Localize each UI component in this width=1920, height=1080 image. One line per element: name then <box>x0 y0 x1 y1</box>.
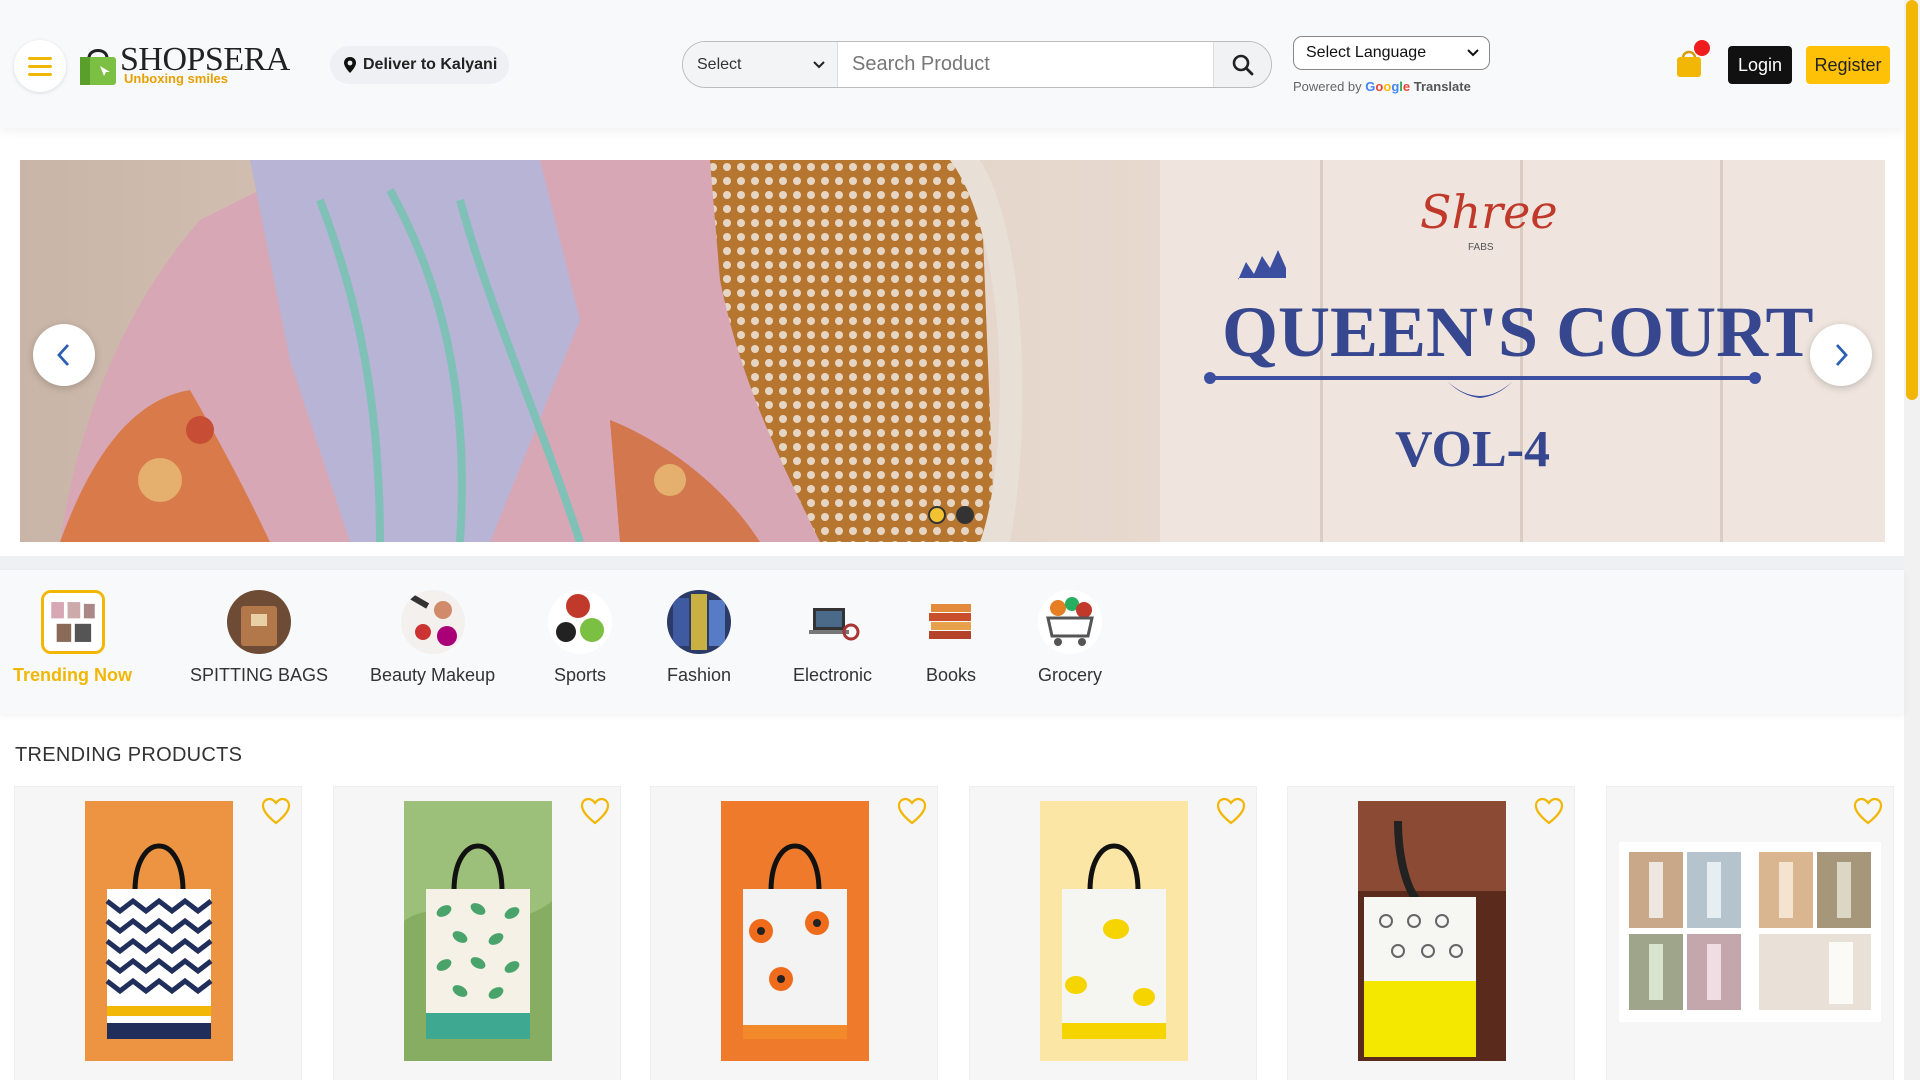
language-select[interactable]: Select Language <box>1293 36 1490 70</box>
deliver-label: Deliver to Kalyani <box>363 56 498 73</box>
books-icon <box>919 590 983 654</box>
heart-icon[interactable] <box>897 797 927 825</box>
heart-icon[interactable] <box>1853 797 1883 825</box>
heart-icon[interactable] <box>1534 797 1564 825</box>
category-trending-now[interactable]: Trending Now <box>13 590 132 686</box>
banner-prev-button[interactable] <box>33 324 95 386</box>
heart-icon[interactable] <box>261 797 291 825</box>
banner-dot[interactable] <box>956 506 974 524</box>
product-card[interactable] <box>333 786 621 1080</box>
translate-label: Translate <box>1413 79 1471 94</box>
chevron-down-icon <box>1467 49 1479 57</box>
banner-subtitle: VOL-4 <box>1395 421 1550 478</box>
language-select-value: Select Language <box>1306 44 1427 61</box>
product-image <box>721 801 869 1061</box>
category-beauty-makeup[interactable]: Beauty Makeup <box>370 590 495 686</box>
category-label: Beauty Makeup <box>370 665 496 685</box>
category-label: SPITTING BAGS <box>190 665 329 685</box>
banner-image: Shree FABS QUEEN'S COURT VOL-4 <box>20 160 1885 542</box>
section-title: TRENDING PRODUCTS <box>15 744 243 766</box>
banner-title: QUEEN'S COURT <box>1222 292 1814 372</box>
logo[interactable]: SHOPSERA Unboxing smiles <box>78 38 290 90</box>
banner-brand: Shree <box>1420 185 1558 239</box>
search-button[interactable] <box>1213 42 1271 87</box>
grocery-cart-icon <box>1038 590 1102 654</box>
search-icon <box>1232 54 1253 75</box>
heart-icon[interactable] <box>1216 797 1246 825</box>
category-fashion[interactable]: Fashion <box>667 590 731 686</box>
banner-brand-sub: FABS <box>1468 242 1494 253</box>
logo-bag-icon <box>80 49 116 85</box>
search-input[interactable] <box>838 42 1213 87</box>
register-button[interactable]: Register <box>1806 46 1890 84</box>
cart-button[interactable] <box>1672 40 1710 80</box>
bag-icon <box>227 590 292 654</box>
category-sports[interactable]: Sports <box>548 590 612 686</box>
header: SHOPSERA Unboxing smiles Deliver to Kaly… <box>0 0 1904 128</box>
location-pin-icon <box>344 57 356 73</box>
chevron-left-icon <box>57 344 70 366</box>
chevron-down-icon <box>813 60 825 68</box>
banner-dot-active[interactable] <box>928 506 946 524</box>
category-label: Grocery <box>1038 665 1103 685</box>
product-image <box>404 801 552 1061</box>
laptop-icon <box>800 590 865 654</box>
login-button[interactable]: Login <box>1728 46 1792 84</box>
product-card[interactable] <box>14 786 302 1080</box>
product-image <box>1358 801 1506 1061</box>
product-card[interactable] <box>1606 786 1894 1080</box>
category-label: Books <box>925 665 977 685</box>
fashion-icon <box>667 590 732 654</box>
category-bar: Trending Now SPITTING BAGS Beauty Makeup <box>0 570 1904 714</box>
page: SHOPSERA Unboxing smiles Deliver to Kaly… <box>0 0 1920 1080</box>
makeup-icon <box>400 590 465 654</box>
category-label: Fashion <box>667 665 732 685</box>
logo-tagline: Unboxing smiles <box>124 71 229 86</box>
category-spitting-bags[interactable]: SPITTING BAGS <box>190 590 328 686</box>
hamburger-icon <box>28 52 52 81</box>
product-card[interactable] <box>1287 786 1575 1080</box>
category-select[interactable]: Select <box>683 42 838 87</box>
category-label: Electronic <box>793 665 873 685</box>
hero-banner[interactable]: Shree FABS QUEEN'S COURT VOL-4 <box>20 160 1885 542</box>
trending-now-icon <box>40 590 105 654</box>
cart-badge <box>1694 40 1710 56</box>
category-electronic[interactable]: Electronic <box>793 590 872 686</box>
category-books[interactable]: Books <box>919 590 983 686</box>
banner-pagination <box>928 506 974 524</box>
product-image <box>85 801 233 1061</box>
category-grocery[interactable]: Grocery <box>1038 590 1102 686</box>
powered-by-label: Powered by <box>1293 79 1362 94</box>
chevron-right-icon <box>1835 344 1848 366</box>
menu-button[interactable] <box>14 40 66 92</box>
scrollbar-thumb[interactable] <box>1906 0 1918 400</box>
sports-icon <box>548 590 612 654</box>
product-card[interactable] <box>969 786 1257 1080</box>
product-image <box>1040 801 1188 1061</box>
divider <box>0 556 1904 570</box>
google-wordmark[interactable]: Google <box>1365 79 1410 94</box>
powered-by-google: Powered by Google Translate <box>1293 79 1471 94</box>
category-label: Trending Now <box>13 665 132 685</box>
deliver-location-button[interactable]: Deliver to Kalyani <box>330 46 510 84</box>
product-card[interactable] <box>650 786 938 1080</box>
category-label: Sports <box>553 665 607 685</box>
banner-next-button[interactable] <box>1810 324 1872 386</box>
search-bar: Select <box>682 41 1272 88</box>
heart-icon[interactable] <box>580 797 610 825</box>
category-select-value: Select <box>697 55 742 73</box>
product-image <box>1619 842 1881 1022</box>
